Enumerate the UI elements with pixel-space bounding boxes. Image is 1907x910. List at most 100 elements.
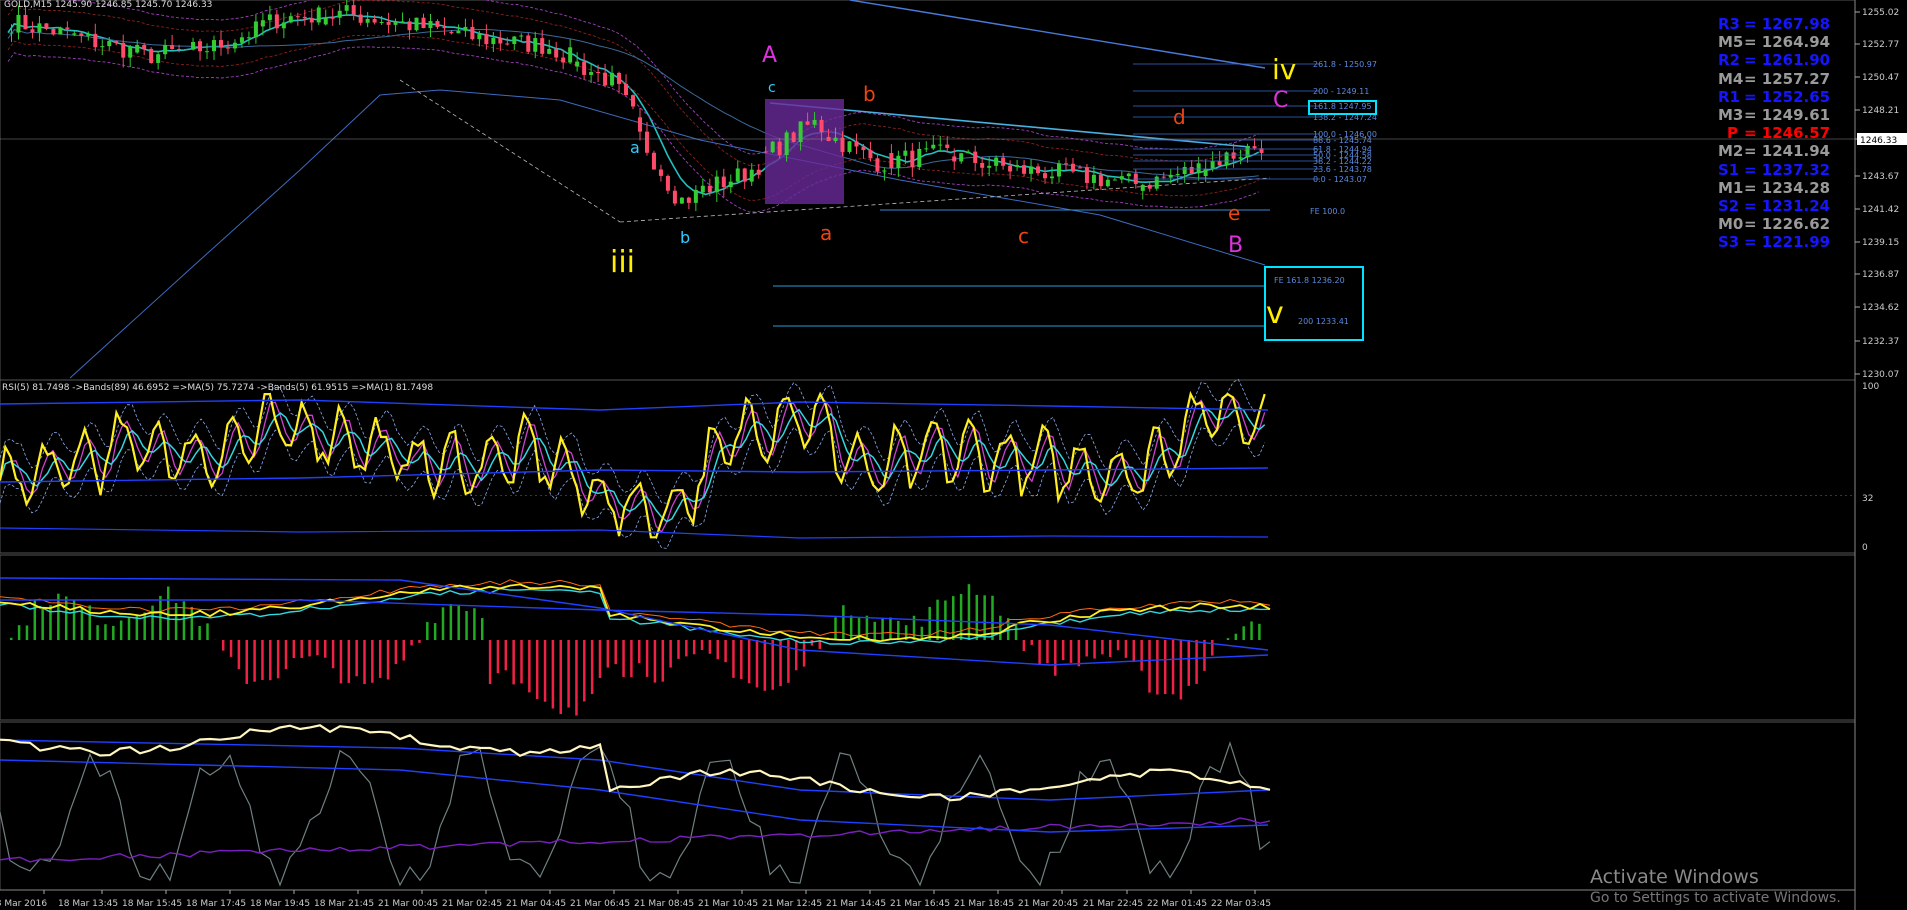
candle-body: [442, 26, 447, 29]
candle-body: [260, 20, 265, 27]
macd-histogram-bar: [473, 608, 476, 640]
macd-histogram-bar: [881, 618, 884, 640]
wave-label-a: a: [820, 221, 832, 245]
fib-label: 161.8 1247.95: [1313, 102, 1372, 111]
time-tick-label: 21 Mar 04:45: [506, 899, 566, 909]
candle-body: [966, 151, 971, 154]
price-tick-label: 1250.47: [1862, 73, 1899, 83]
macd-histogram-bar: [975, 594, 979, 640]
candle-body: [177, 49, 182, 51]
candle-body: [44, 23, 49, 29]
macd-histogram-bar: [1093, 640, 1096, 659]
candle-body: [637, 117, 642, 132]
macd-histogram-bar: [1171, 640, 1175, 695]
candle-body: [686, 197, 691, 203]
candle-body: [400, 21, 405, 23]
candle-body: [239, 37, 244, 43]
macd-histogram-bar: [551, 640, 555, 709]
candle-body: [149, 48, 154, 63]
candle-body: [1043, 173, 1048, 179]
macd-histogram-bar: [567, 640, 570, 708]
macd-histogram-bar: [324, 640, 327, 658]
price-tick-label: 1243.67: [1862, 172, 1899, 182]
macd-histogram-bar: [355, 640, 358, 677]
candle-body: [1182, 167, 1187, 175]
price-tick-label: 1230.07: [1862, 370, 1899, 380]
pivot-s2: S2 = 1231.24: [1718, 197, 1830, 215]
current-price-label: 1246.33: [1860, 136, 1897, 146]
panel-frames: [0, 0, 1856, 910]
macd-histogram-bar: [308, 640, 311, 657]
candle-body: [617, 72, 622, 84]
fib-label: 23.6 - 1243.78: [1313, 165, 1372, 174]
candle-body: [449, 31, 454, 34]
macd-histogram-bar: [1061, 640, 1065, 661]
candle-body: [847, 141, 852, 152]
pivot-label: S1: [1718, 160, 1740, 179]
wave-label-v: v: [1266, 296, 1284, 331]
macd-histogram-bar: [1156, 640, 1159, 695]
macd-histogram-bar: [284, 640, 288, 670]
macd-histogram-bar: [112, 625, 115, 640]
candle-body: [959, 153, 964, 162]
pivot-value: = 1234.28: [1744, 178, 1831, 197]
macd-histogram-bar: [253, 640, 256, 682]
candle-body: [854, 141, 859, 147]
candle-body: [547, 48, 552, 54]
fe161-label: FE 161.8 1236.20: [1274, 276, 1345, 285]
time-tick-label: 22 Mar 03:45: [1211, 899, 1271, 909]
candle-body: [1175, 174, 1180, 176]
candle-body: [58, 27, 63, 35]
candle-body: [386, 21, 391, 25]
candle-body: [756, 169, 761, 175]
candle-body: [644, 131, 649, 153]
watermark-subtitle: Go to Settings to activate Windows.: [1590, 890, 1841, 906]
time-tick-label: 18 Mar 13:45: [58, 899, 118, 909]
candle-body: [770, 141, 775, 153]
macd-histogram-bar: [10, 637, 13, 640]
candle-body: [330, 17, 335, 19]
candle-body: [631, 95, 636, 107]
candle-body: [1056, 163, 1061, 177]
candle-body: [575, 61, 580, 67]
time-tick-label: 18 Mar 2016: [0, 899, 47, 909]
candle-body: [651, 152, 656, 170]
watermark-title: Activate Windows: [1590, 866, 1759, 888]
candle-body: [749, 169, 754, 182]
time-tick-label: 21 Mar 12:45: [762, 899, 822, 909]
oscillator-band-lower: [0, 759, 1269, 833]
macd-histogram-bar: [685, 640, 688, 657]
macd-histogram-bar: [598, 640, 602, 679]
macd-histogram-bar: [747, 640, 751, 684]
candle-body: [358, 14, 363, 23]
macd-histogram-bar: [677, 640, 680, 659]
candle-body: [86, 33, 91, 36]
candle-body: [1105, 179, 1110, 187]
macd-histogram-bar: [590, 640, 594, 695]
trendline-upper: [849, 0, 1266, 69]
pivot-value: = 1249.61: [1744, 106, 1831, 125]
macd-histogram-bar: [394, 640, 398, 665]
rsi-band-upper: [0, 378, 1266, 504]
candle-body: [1008, 165, 1013, 172]
pivot-value: = 1252.65: [1744, 87, 1831, 106]
macd-histogram-bar: [449, 604, 453, 640]
pivot-value: = 1221.99: [1744, 233, 1831, 252]
candle-body: [505, 43, 510, 45]
macd-panel: [0, 577, 1271, 716]
rsi-bands-lower: [0, 527, 1269, 539]
macd-histogram-bar: [481, 618, 484, 640]
macd-histogram-bar: [1148, 640, 1151, 693]
pivot-levels: R3 = 1267.98 M5= 1264.94 R2 = 1261.90 M4= 125…: [1718, 15, 1830, 252]
macd-histogram-bar: [245, 640, 248, 684]
wave-label-c: c: [768, 80, 776, 96]
candle-body: [833, 137, 838, 142]
candle-body: [212, 40, 217, 52]
wave-label-iv: iv: [1272, 53, 1296, 86]
candle-body: [610, 72, 615, 86]
pivot-label: S3: [1718, 233, 1740, 252]
candle-body: [1098, 174, 1103, 187]
candle-body: [952, 156, 957, 162]
candle-body: [791, 132, 796, 143]
macd-histogram-bar: [1116, 640, 1120, 651]
